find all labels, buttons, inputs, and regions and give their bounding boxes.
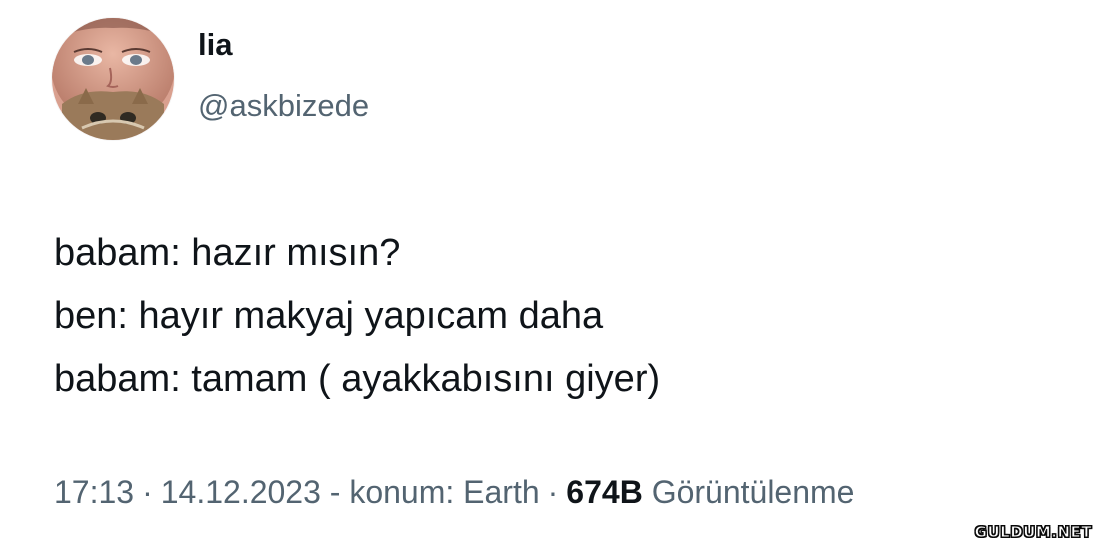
tweet-card: lia @askbizede babam: hazır mısın? ben: …: [0, 0, 1100, 547]
tweet-header: lia @askbizede: [52, 18, 369, 140]
tweet-date-location[interactable]: 14.12.2023 - konum: Earth: [161, 474, 540, 510]
tweet-text: babam: hazır mısın? ben: hayır makyaj ya…: [54, 222, 660, 411]
tweet-meta: 17:13 · 14.12.2023 - konum: Earth · 674B Gör…: [54, 472, 854, 512]
author-names: lia @askbizede: [198, 26, 369, 126]
avatar[interactable]: [52, 18, 174, 140]
meta-separator: ·: [547, 474, 559, 510]
tweet-line: ben: hayır makyaj yapıcam daha: [54, 295, 604, 337]
tweet-time[interactable]: 17:13: [54, 474, 134, 510]
author-display-name[interactable]: lia: [198, 26, 369, 64]
views-label: Görüntülenme: [651, 474, 855, 510]
author-handle[interactable]: @askbizede: [198, 86, 369, 126]
meta-separator: ·: [142, 474, 153, 510]
avatar-image: [52, 18, 174, 140]
tweet-line: babam: tamam ( ayakkabısını giyer): [54, 358, 661, 400]
tweet-line: babam: hazır mısın?: [54, 232, 401, 274]
views-count: 674B: [566, 474, 643, 510]
watermark-logo: GULDUM.NET: [974, 523, 1092, 542]
